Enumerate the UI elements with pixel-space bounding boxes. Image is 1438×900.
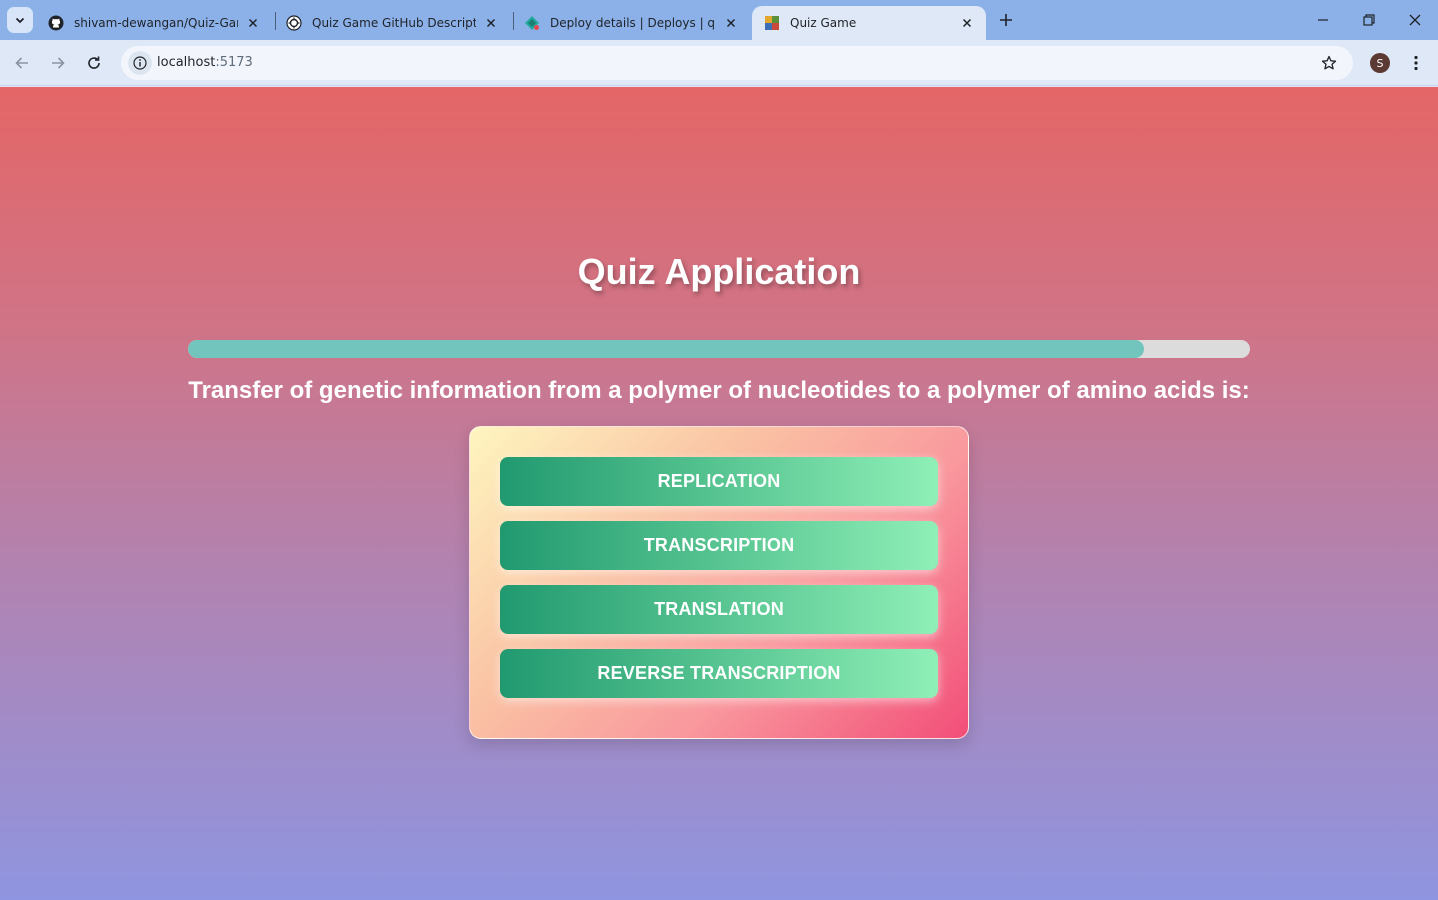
- browser-toolbar: localhost:5173 S: [0, 40, 1438, 86]
- arrow-left-icon: [15, 57, 28, 69]
- github-icon: [48, 15, 64, 31]
- info-icon: [133, 56, 147, 70]
- star-icon: [1321, 55, 1337, 70]
- forward-button[interactable]: [46, 51, 70, 75]
- option-button-reverse-transcription[interactable]: REVERSE TRANSCRIPTION: [500, 649, 938, 698]
- arrow-right-icon: [52, 57, 65, 69]
- restore-icon: [1363, 14, 1375, 26]
- tab-chatgpt[interactable]: Quiz Game GitHub Description: [274, 6, 510, 40]
- app-favicon-icon: [764, 15, 780, 31]
- option-button-translation[interactable]: TRANSLATION: [500, 585, 938, 634]
- reload-button[interactable]: [82, 51, 106, 75]
- new-tab-button[interactable]: [994, 8, 1018, 32]
- back-button[interactable]: [10, 51, 34, 75]
- tab-title: Quiz Game GitHub Description: [312, 16, 476, 30]
- tab-search-button[interactable]: [7, 7, 33, 33]
- page-title: Quiz Application: [577, 251, 861, 292]
- profile-avatar[interactable]: S: [1370, 53, 1390, 73]
- progress-fill: [188, 340, 1144, 358]
- option-button-replication[interactable]: REPLICATION: [500, 457, 938, 506]
- chatgpt-icon: [286, 15, 302, 31]
- url-text[interactable]: localhost:5173: [157, 55, 253, 70]
- tab-title: Quiz Game: [790, 16, 857, 30]
- restore-button[interactable]: [1354, 6, 1384, 34]
- page-viewport: Quiz Application Transfer of genetic inf…: [0, 87, 1438, 900]
- site-info-button[interactable]: [128, 51, 152, 75]
- more-vert-icon: [1414, 55, 1418, 71]
- tab-netlify[interactable]: Deploy details | Deploys | quiz-g: [512, 6, 750, 40]
- bookmark-button[interactable]: [1319, 53, 1339, 73]
- close-window-button[interactable]: [1400, 6, 1430, 34]
- close-icon[interactable]: [244, 14, 262, 32]
- reload-icon: [88, 56, 100, 69]
- close-icon[interactable]: [958, 14, 976, 32]
- browser-menu-button[interactable]: [1405, 51, 1427, 75]
- question-text: Transfer of genetic information from a p…: [188, 377, 1250, 404]
- tab-quiz-game[interactable]: Quiz Game: [752, 6, 986, 40]
- url-port: :5173: [215, 55, 253, 70]
- address-bar[interactable]: localhost:5173: [121, 46, 1353, 80]
- minimize-icon: [1318, 19, 1328, 21]
- chevron-down-icon: [15, 17, 25, 24]
- netlify-icon: [524, 15, 540, 31]
- minimize-button[interactable]: [1308, 6, 1338, 34]
- tab-title: Deploy details | Deploys | quiz-g: [550, 16, 716, 30]
- option-button-transcription[interactable]: TRANSCRIPTION: [500, 521, 938, 570]
- progress-bar: [188, 340, 1250, 358]
- options-card: REPLICATION TRANSCRIPTION TRANSLATION RE…: [469, 426, 969, 739]
- url-host: localhost: [157, 55, 216, 70]
- close-icon: [1409, 14, 1421, 26]
- tab-strip: shivam-dewangan/Quiz-Game: Quiz Game Git…: [0, 0, 1438, 40]
- close-icon[interactable]: [722, 14, 740, 32]
- tab-title: shivam-dewangan/Quiz-Game:: [74, 16, 238, 30]
- plus-icon: [1000, 14, 1012, 26]
- close-icon[interactable]: [482, 14, 500, 32]
- tab-github[interactable]: shivam-dewangan/Quiz-Game:: [36, 6, 272, 40]
